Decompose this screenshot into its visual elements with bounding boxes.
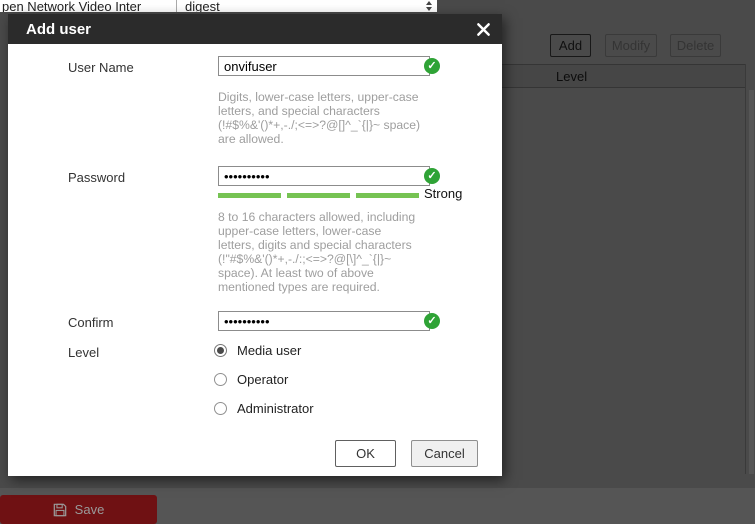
modify-user-button[interactable]: Modify [605, 34, 657, 57]
auth-mode-value: digest [185, 0, 220, 12]
strength-segment [218, 193, 281, 198]
cancel-button[interactable]: Cancel [411, 440, 478, 467]
chevron-up-down-icon [426, 1, 432, 11]
add-user-dialog: Add user User Name ✓ Digits, lower-case … [8, 14, 502, 476]
add-user-button[interactable]: Add [550, 34, 591, 57]
valid-check-icon: ✓ [424, 58, 440, 74]
strength-segment [287, 193, 350, 198]
username-label: User Name [68, 60, 134, 75]
auth-mode-select[interactable]: digest [176, 0, 437, 12]
save-floppy-icon [53, 503, 67, 517]
strength-label: Strong [424, 186, 462, 201]
level-label: Level [68, 345, 99, 360]
screen: pen Network Video Inter digest Add Modif… [0, 0, 755, 524]
radio-icon[interactable] [214, 402, 227, 415]
level-option-1[interactable]: Operator [214, 372, 288, 387]
radio-icon[interactable] [214, 344, 227, 357]
valid-check-icon: ✓ [424, 313, 440, 329]
delete-user-button[interactable]: Delete [670, 34, 721, 57]
save-button[interactable]: Save [0, 495, 157, 524]
password-input[interactable] [218, 166, 430, 186]
save-button-label: Save [75, 502, 105, 517]
strength-segment [356, 193, 419, 198]
table-border [745, 64, 746, 474]
password-strength-meter [218, 193, 419, 198]
level-option-2[interactable]: Administrator [214, 401, 314, 416]
username-help-text: Digits, lower-case letters, upper-case l… [218, 90, 433, 146]
dialog-title: Add user [26, 21, 91, 38]
confirm-label: Confirm [68, 315, 114, 330]
background-form-row: pen Network Video Inter digest [0, 0, 437, 12]
confirm-input[interactable] [218, 311, 430, 331]
password-label: Password [68, 170, 125, 185]
username-input[interactable] [218, 56, 430, 76]
level-column-header: Level [556, 69, 587, 84]
onvif-row-label: pen Network Video Inter [2, 0, 141, 12]
close-icon[interactable] [474, 20, 492, 38]
scrollbar[interactable] [749, 90, 754, 474]
valid-check-icon: ✓ [424, 168, 440, 184]
ok-button[interactable]: OK [335, 440, 396, 467]
dialog-titlebar: Add user [8, 14, 502, 44]
radio-icon[interactable] [214, 373, 227, 386]
level-option-0[interactable]: Media user [214, 343, 301, 358]
user-table-header: Level [500, 64, 746, 88]
password-help-text: 8 to 16 characters allowed, including up… [218, 210, 433, 294]
